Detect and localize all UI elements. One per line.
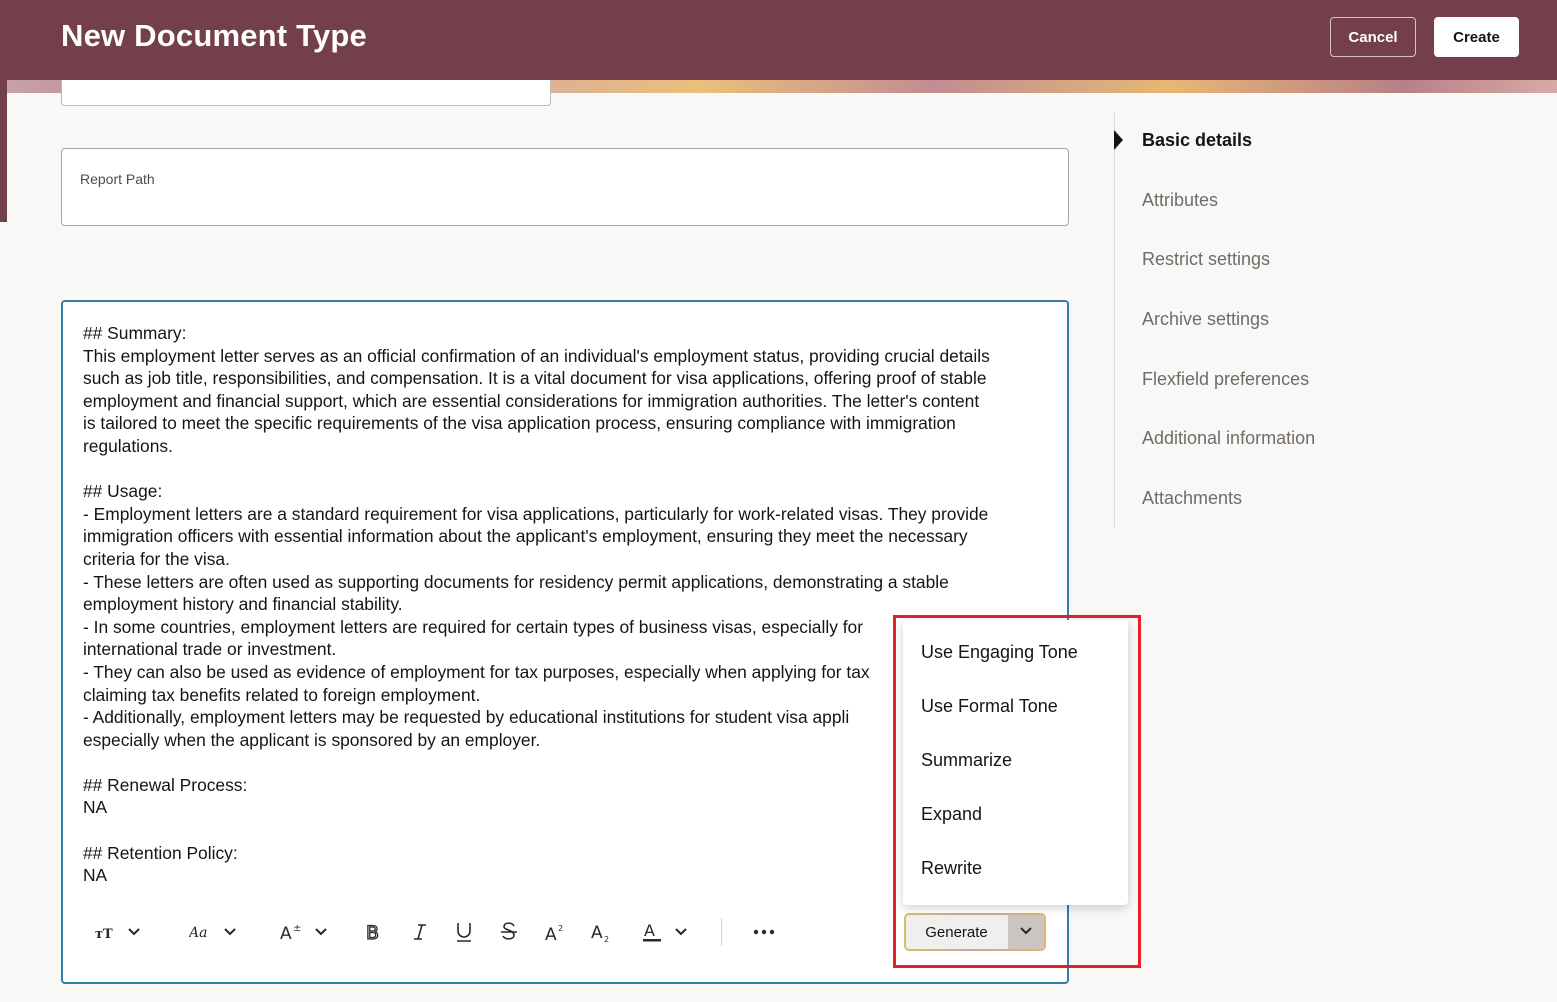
active-marker-icon <box>1114 130 1123 150</box>
chevron-down-icon <box>223 927 237 937</box>
report-path-field[interactable]: Report Path <box>61 148 1069 226</box>
text-size-icon: тТ <box>95 923 117 941</box>
editor-toolbar: тТ Aa A ± B A 2 A 2 A <box>83 914 783 950</box>
strikethrough-icon <box>499 921 519 943</box>
more-icon <box>753 928 775 936</box>
text-color-button[interactable]: A <box>642 914 688 950</box>
menu-item-engaging-tone[interactable]: Use Engaging Tone <box>921 642 1078 663</box>
section-navigation: Basic details Attributes Restrict settin… <box>1114 112 1414 528</box>
text-color-icon: A <box>642 921 664 943</box>
chevron-down-icon <box>674 927 688 937</box>
svg-text:A: A <box>644 921 655 940</box>
svg-text:B: B <box>366 922 379 942</box>
svg-text:A: A <box>591 923 603 943</box>
svg-text:2: 2 <box>604 935 609 943</box>
generate-menu: Use Engaging Tone Use Formal Tone Summar… <box>903 620 1128 905</box>
previous-field[interactable] <box>61 80 551 106</box>
svg-text:тТ: тТ <box>95 927 113 941</box>
italic-button[interactable] <box>410 914 430 950</box>
italic-icon <box>410 922 430 942</box>
page-title: New Document Type <box>61 18 367 53</box>
nav-item-attributes[interactable]: Attributes <box>1142 190 1218 211</box>
superscript-icon: A2 <box>545 922 567 942</box>
nav-item-additional-information[interactable]: Additional information <box>1142 428 1315 449</box>
nav-item-flexfield-preferences[interactable]: Flexfield preferences <box>1142 369 1309 390</box>
svg-text:Aa: Aa <box>189 925 207 941</box>
subscript-button[interactable]: A2 <box>591 914 613 950</box>
text-size-button[interactable]: тТ <box>95 914 141 950</box>
generate-button[interactable]: Generate <box>906 915 1007 949</box>
menu-item-rewrite[interactable]: Rewrite <box>921 858 982 879</box>
nav-item-attachments[interactable]: Attachments <box>1142 488 1242 509</box>
svg-text:2: 2 <box>558 924 563 933</box>
cancel-button[interactable]: Cancel <box>1330 17 1416 57</box>
generate-split-button: Generate <box>904 913 1046 951</box>
subscript-icon: A2 <box>591 921 613 943</box>
nav-item-basic-details[interactable]: Basic details <box>1142 130 1252 151</box>
chevron-down-icon <box>1019 923 1033 941</box>
font-size-button[interactable]: A ± <box>280 914 328 950</box>
bold-icon: B <box>364 922 384 942</box>
menu-item-expand[interactable]: Expand <box>921 804 982 825</box>
svg-text:A: A <box>280 924 292 942</box>
svg-text:±: ± <box>293 923 301 934</box>
left-accent <box>0 80 7 222</box>
generate-dropdown-button[interactable] <box>1008 915 1044 949</box>
underline-button[interactable] <box>454 914 474 950</box>
svg-text:A: A <box>545 925 557 942</box>
report-path-label: Report Path <box>80 171 155 187</box>
nav-item-restrict-settings[interactable]: Restrict settings <box>1142 249 1270 270</box>
strikethrough-button[interactable] <box>499 914 519 950</box>
font-family-icon: Aa <box>189 923 211 941</box>
bold-button[interactable]: B <box>364 914 384 950</box>
more-button[interactable] <box>753 914 775 950</box>
underline-icon <box>454 921 474 943</box>
toolbar-separator <box>721 918 722 946</box>
chevron-down-icon <box>314 927 328 937</box>
font-size-icon: A ± <box>280 922 304 942</box>
page-header: New Document Type Cancel Create <box>0 0 1557 80</box>
nav-item-archive-settings[interactable]: Archive settings <box>1142 309 1269 330</box>
create-button[interactable]: Create <box>1434 17 1519 57</box>
font-family-button[interactable]: Aa <box>189 914 237 950</box>
menu-item-summarize[interactable]: Summarize <box>921 750 1012 771</box>
chevron-down-icon <box>127 927 141 937</box>
nav-rail <box>1114 112 1115 528</box>
menu-item-formal-tone[interactable]: Use Formal Tone <box>921 696 1058 717</box>
superscript-button[interactable]: A2 <box>545 914 567 950</box>
